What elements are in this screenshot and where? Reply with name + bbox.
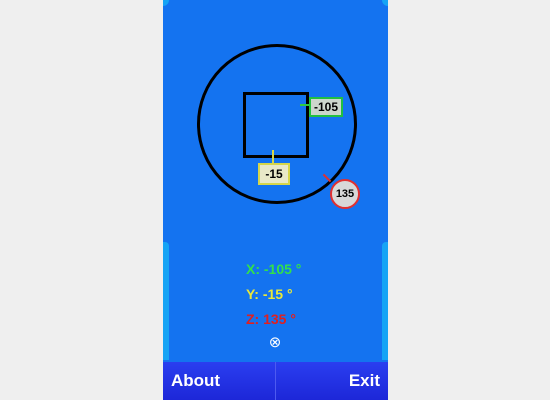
center-select-icon[interactable]: ⊗ xyxy=(267,335,283,351)
z-value-label: 135 xyxy=(330,179,360,209)
side-bar-left xyxy=(163,242,169,360)
corner-decoration-left xyxy=(163,0,169,6)
y-readout: Y: -15 ° xyxy=(246,286,293,302)
app-screen: -105 -15 135 X: -105 ° Y: -15 ° Z: 135 °… xyxy=(163,0,388,400)
y-indicator-tick xyxy=(272,150,274,164)
z-readout: Z: 135 ° xyxy=(246,311,296,327)
y-value-label: -15 xyxy=(258,163,290,185)
side-bar-right xyxy=(382,242,388,360)
corner-decoration-right xyxy=(382,0,388,6)
x-value-label: -105 xyxy=(309,97,343,117)
exit-button[interactable]: Exit xyxy=(276,362,388,400)
x-readout: X: -105 ° xyxy=(246,261,302,277)
softkey-bar: About Exit xyxy=(163,362,388,400)
about-button[interactable]: About xyxy=(163,362,276,400)
orientation-square xyxy=(243,92,309,158)
